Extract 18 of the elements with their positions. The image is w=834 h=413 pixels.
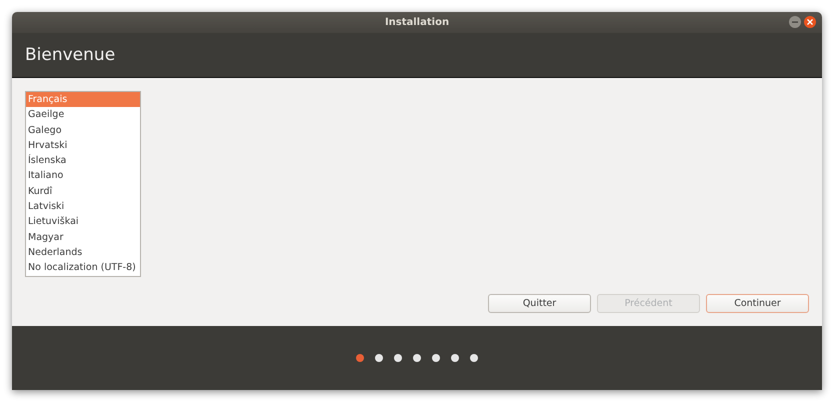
language-item[interactable]: Hrvatski [26,138,140,154]
language-item[interactable]: Latviski [26,199,140,214]
language-item[interactable]: Magyar [26,230,140,245]
minimize-button[interactable] [789,16,801,28]
language-item[interactable]: Nederlands [26,244,140,260]
language-item[interactable]: Lietuviškai [26,214,140,230]
page-title: Bienvenue [25,45,116,65]
language-item[interactable]: No localization (UTF-8) [26,260,140,276]
dialog-button[interactable]: Quitter [488,294,591,313]
close-button[interactable] [804,16,816,28]
close-icon [806,18,814,26]
language-item[interactable]: Kurdî [26,184,140,200]
dialog-button[interactable]: Continuer [706,294,809,313]
window-title: Installation [384,17,450,28]
language-item[interactable]: Italiano [26,168,140,184]
language-item[interactable]: Íslenska [26,153,140,168]
language-item[interactable]: Galego [26,122,140,138]
language-item[interactable]: Gaeilge [26,107,140,123]
